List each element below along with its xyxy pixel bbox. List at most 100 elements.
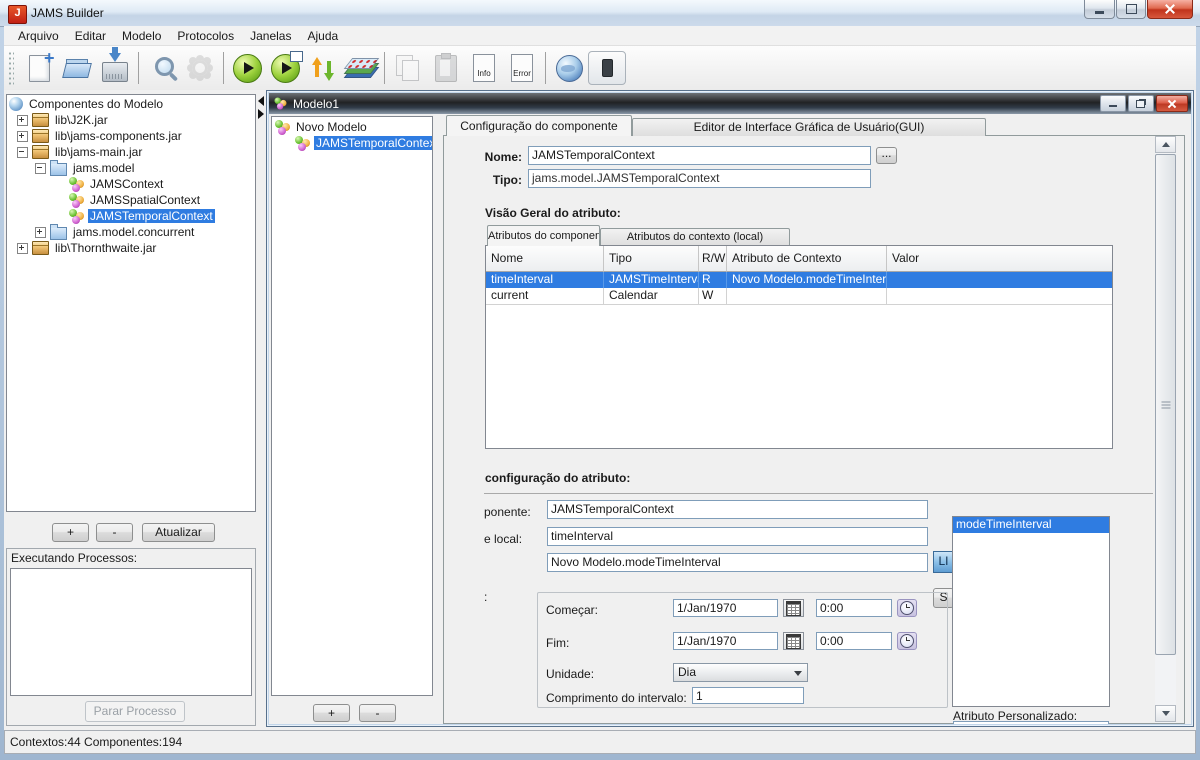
col-header-rw[interactable]: R/W <box>699 246 727 272</box>
expand-toggle-icon[interactable] <box>17 115 28 126</box>
menu-arquivo[interactable]: Arquivo <box>10 27 67 45</box>
unit-combo[interactable]: Dia <box>673 663 808 682</box>
component-name-field[interactable]: JAMSTemporalContext <box>547 500 928 519</box>
maximize-button[interactable] <box>1116 0 1146 19</box>
tree-node-jams-model[interactable]: jams.model <box>9 160 255 176</box>
context-attribute-list[interactable]: modeTimeInterval <box>952 516 1110 707</box>
cell-tipo[interactable]: Calendar <box>604 288 699 304</box>
stop-process-button[interactable]: Parar Processo <box>85 701 185 722</box>
col-header-contexto[interactable]: Atributo de Contexto <box>727 246 887 272</box>
cell-tipo[interactable]: JAMSTimeInterval <box>604 272 699 288</box>
frame-restore-button[interactable] <box>1128 95 1154 112</box>
upload-download-button[interactable] <box>304 49 342 87</box>
interval-length-field[interactable]: 1 <box>692 687 804 704</box>
end-date-field[interactable]: 1/Jan/1970 <box>673 632 778 650</box>
tab-component-config[interactable]: Configuração do componente <box>446 115 632 136</box>
cell-contexto[interactable]: Novo Modelo.modeTimeInterval <box>727 272 887 288</box>
splitter-collapse-left-icon[interactable] <box>258 96 264 106</box>
cell-nome[interactable]: timeInterval <box>486 272 604 288</box>
menu-modelo[interactable]: Modelo <box>114 27 169 45</box>
cell-rw[interactable]: R <box>699 272 727 288</box>
save-model-button[interactable] <box>96 49 134 87</box>
processes-list[interactable] <box>10 568 252 696</box>
expand-toggle-icon[interactable] <box>35 227 46 238</box>
search-button[interactable] <box>143 49 181 87</box>
tree-node-root[interactable]: Componentes do Modelo <box>9 96 255 112</box>
scrollbar-thumb[interactable] <box>1155 154 1176 655</box>
end-date-calendar-button[interactable] <box>783 632 804 650</box>
table-row-current[interactable]: current Calendar W <box>486 288 1112 305</box>
col-header-valor[interactable]: Valor <box>887 246 1112 272</box>
name-field[interactable]: JAMSTemporalContext <box>528 146 871 165</box>
list-item-modetimeinterval[interactable]: modeTimeInterval <box>953 517 1109 533</box>
web-button[interactable] <box>550 49 588 87</box>
cell-nome[interactable]: current <box>486 288 604 304</box>
refresh-button[interactable]: Atualizar <box>142 523 215 542</box>
run-model-gui-button[interactable] <box>266 49 304 87</box>
tree-node-thornthwaite-jar[interactable]: lib\Thornthwaite.jar <box>9 240 255 256</box>
tree-node-jams-main-jar[interactable]: lib\jams-main.jar <box>9 144 255 160</box>
start-time-field[interactable]: 0:00 <box>816 599 892 617</box>
title-bar[interactable]: J JAMS Builder <box>0 0 1200 27</box>
remove-component-button[interactable]: - <box>96 523 133 542</box>
col-header-tipo[interactable]: Tipo <box>604 246 699 272</box>
model-tree[interactable]: Novo Modelo JAMSTemporalContext <box>271 116 433 696</box>
settings-button[interactable] <box>181 49 219 87</box>
menu-janelas[interactable]: Janelas <box>242 27 299 45</box>
paste-button[interactable] <box>427 49 465 87</box>
link-attribute-button[interactable]: LI <box>933 551 954 573</box>
tree-node-jamstemporalcontext[interactable]: JAMSTemporalContext <box>9 208 255 224</box>
toolbar-drag-handle[interactable] <box>8 51 14 85</box>
tree-node-jams-model-concurrent[interactable]: jams.model.concurrent <box>9 224 255 240</box>
collapse-toggle-icon[interactable] <box>35 163 46 174</box>
context-attr-field[interactable]: Novo Modelo.modeTimeInterval <box>547 553 928 572</box>
tree-node-jamscontext[interactable]: JAMSContext <box>9 176 255 192</box>
start-date-calendar-button[interactable] <box>783 599 804 617</box>
frame-minimize-button[interactable] <box>1100 95 1126 112</box>
start-date-field[interactable]: 1/Jan/1970 <box>673 599 778 617</box>
model-tree-temporalcontext[interactable]: JAMSTemporalContext <box>275 135 432 151</box>
component-tree[interactable]: Componentes do Modelo lib\J2K.jar lib\ja… <box>6 94 256 512</box>
open-model-button[interactable] <box>58 49 96 87</box>
run-model-button[interactable] <box>228 49 266 87</box>
expand-toggle-icon[interactable] <box>17 243 28 254</box>
device-button[interactable] <box>588 49 626 87</box>
collapse-toggle-icon[interactable] <box>17 147 28 158</box>
tab-context-attributes[interactable]: Atributos do contexto (local) <box>600 228 790 246</box>
error-log-button[interactable]: Error <box>503 49 541 87</box>
browse-button[interactable]: ... <box>876 147 897 164</box>
frame-close-button[interactable] <box>1156 95 1188 112</box>
model-add-button[interactable]: + <box>313 704 350 722</box>
copy-button[interactable] <box>389 49 427 87</box>
tree-node-jamsspatialcontext[interactable]: JAMSSpatialContext <box>9 192 255 208</box>
tab-component-attributes[interactable]: Atributos do componente <box>487 225 600 246</box>
menu-ajuda[interactable]: Ajuda <box>299 27 346 45</box>
add-component-button[interactable]: + <box>52 523 89 542</box>
config-scrollbar[interactable] <box>1155 136 1176 723</box>
menu-protocolos[interactable]: Protocolos <box>169 27 242 45</box>
custom-attribute-field-clipped[interactable] <box>953 721 1109 724</box>
close-button[interactable] <box>1147 0 1193 19</box>
local-attr-field[interactable]: timeInterval <box>547 527 928 546</box>
cell-contexto[interactable] <box>727 288 887 304</box>
layers-button[interactable] <box>342 49 380 87</box>
model-remove-button[interactable]: - <box>359 704 396 722</box>
end-time-field[interactable]: 0:00 <box>816 632 892 650</box>
col-header-nome[interactable]: Nome <box>486 246 604 272</box>
info-log-button[interactable]: Info <box>465 49 503 87</box>
end-time-clock-button[interactable] <box>897 632 917 650</box>
splitter-expand-right-icon[interactable] <box>258 109 264 119</box>
cell-valor[interactable] <box>887 272 1112 288</box>
tab-gui-editor[interactable]: Editor de Interface Gráfica de Usuário(G… <box>632 118 986 136</box>
internal-frame-titlebar[interactable]: Modelo1 <box>269 93 1191 114</box>
tree-node-jams-components-jar[interactable]: lib\jams-components.jar <box>9 128 255 144</box>
expand-toggle-icon[interactable] <box>17 131 28 142</box>
minimize-button[interactable] <box>1084 0 1115 19</box>
cell-rw[interactable]: W <box>699 288 727 304</box>
new-model-button[interactable]: + <box>20 49 58 87</box>
cell-valor[interactable] <box>887 288 1112 304</box>
start-time-clock-button[interactable] <box>897 599 917 617</box>
table-row-timeinterval[interactable]: timeInterval JAMSTimeInterval R Novo Mod… <box>486 272 1112 288</box>
scroll-down-button[interactable] <box>1155 705 1176 722</box>
menu-editar[interactable]: Editar <box>67 27 114 45</box>
